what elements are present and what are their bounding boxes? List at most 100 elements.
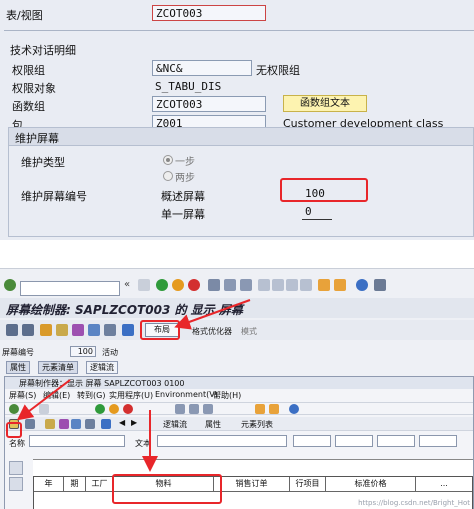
flow-logic-button[interactable]: 逻辑流 (163, 419, 187, 430)
find-next-icon[interactable] (240, 279, 252, 291)
cancel-icon[interactable] (188, 279, 200, 291)
column-header-sales-order[interactable]: 销售订单 (214, 477, 290, 491)
section-title: 技术对话明细 (10, 44, 76, 57)
test-icon[interactable] (88, 324, 100, 336)
cancel-icon[interactable] (123, 404, 133, 414)
tab-element-list[interactable]: 元素清单 (38, 361, 78, 374)
auth-group-label: 权限组 (12, 64, 45, 77)
mode-button[interactable]: 模式 (241, 326, 257, 337)
radio-two-step[interactable] (163, 171, 173, 181)
menu-edit[interactable]: 编辑(E) (43, 390, 70, 401)
paste-icon[interactable] (203, 404, 213, 414)
tab-flow-logic[interactable]: 逻辑流 (86, 361, 118, 374)
test-icon[interactable] (71, 419, 81, 429)
back-icon[interactable] (95, 404, 105, 414)
auth-group-text: 无权限组 (256, 64, 300, 77)
new-session-icon[interactable] (318, 279, 330, 291)
layout-editor-window: 屏幕制作器：显示 屏幕 SAPLZCOT003 0100 屏幕(S) 编辑(E)… (4, 376, 474, 509)
first-page-icon[interactable] (258, 279, 270, 291)
back-double-icon[interactable]: « (124, 279, 130, 290)
find-icon[interactable] (224, 279, 236, 291)
forward-arrow-icon[interactable] (22, 324, 34, 336)
single-screen-field[interactable]: 0 (302, 204, 332, 220)
back-arrow-icon[interactable] (6, 324, 18, 336)
last-page-icon[interactable] (300, 279, 312, 291)
column-header-std-price[interactable]: 标准价格 (326, 477, 416, 491)
menu-goto[interactable]: 转到(G) (77, 390, 105, 401)
standard-toolbar: « (0, 273, 474, 296)
cut-icon[interactable] (175, 404, 185, 414)
auth-group-field[interactable]: &NC& (152, 60, 252, 76)
prev-icon[interactable]: ◀ (119, 418, 125, 427)
help-icon[interactable] (289, 404, 299, 414)
lg-field[interactable] (293, 435, 331, 447)
window-icon[interactable] (255, 404, 265, 414)
screen-status: 活动 (102, 348, 118, 357)
column-header-plant[interactable]: 工厂 (86, 477, 114, 491)
help-icon[interactable] (356, 279, 368, 291)
radio-one-step[interactable] (163, 155, 173, 165)
save-icon[interactable] (39, 404, 49, 414)
element-list-button[interactable]: 元素列表 (241, 419, 273, 430)
prev-page-icon[interactable] (272, 279, 284, 291)
radio-one-step-label: 一步 (175, 157, 195, 168)
attributes-button[interactable]: 属性 (205, 419, 221, 430)
format-optimizer-button[interactable]: 格式优化器 (192, 326, 232, 337)
check-icon[interactable] (56, 324, 68, 336)
copy-icon[interactable] (189, 404, 199, 414)
highlight-material-column (112, 474, 222, 504)
check-icon[interactable] (45, 419, 55, 429)
shortcut-icon[interactable] (334, 279, 346, 291)
back-icon[interactable] (156, 279, 168, 291)
maintenance-screen-title: 维护屏幕 (9, 128, 473, 146)
display-change-icon[interactable] (40, 324, 52, 336)
next-icon[interactable]: ▶ (131, 418, 137, 427)
auth-object-value: S_TABU_DIS (155, 80, 222, 93)
text-field[interactable] (157, 435, 287, 447)
menu-utilities[interactable]: 实用程序(U) (109, 390, 153, 401)
save-icon[interactable] (138, 279, 150, 291)
col-field[interactable] (335, 435, 373, 447)
row-field[interactable] (377, 435, 415, 447)
palette-item[interactable] (9, 461, 23, 475)
next-page-icon[interactable] (286, 279, 298, 291)
enter-icon[interactable] (4, 279, 16, 291)
screen-icon[interactable] (25, 419, 35, 429)
menu-environment[interactable]: Environment(V) (155, 390, 218, 399)
activate-icon[interactable] (72, 324, 84, 336)
column-header-more[interactable]: ... (416, 477, 472, 491)
highlight-edit-mode (6, 422, 22, 438)
info-icon[interactable] (122, 324, 134, 336)
layout-menu-icon[interactable] (374, 279, 386, 291)
exit-icon[interactable] (172, 279, 184, 291)
activate-icon[interactable] (59, 419, 69, 429)
painter-title: 屏幕绘制器: SAPLZCOT003 的 显示 屏幕 (0, 298, 474, 318)
maint-screen-no-label: 维护屏幕编号 (21, 190, 87, 203)
column-header-period[interactable]: 期 (64, 477, 86, 491)
window2-icon[interactable] (269, 404, 279, 414)
function-group-text-button[interactable]: 函数组文本 (283, 95, 367, 112)
column-header-year[interactable]: 年 (34, 477, 64, 491)
palette-item[interactable] (9, 477, 23, 491)
where-used-icon[interactable] (104, 324, 116, 336)
name-field[interactable] (29, 435, 125, 447)
painter-toolbar (0, 320, 474, 340)
info-icon[interactable] (101, 419, 111, 429)
table-view-field[interactable]: ZCOT003 (152, 5, 266, 21)
enter-icon[interactable] (9, 404, 19, 414)
exit-icon[interactable] (109, 404, 119, 414)
print-icon[interactable] (208, 279, 220, 291)
single-screen-label: 单一屏幕 (161, 208, 205, 221)
menu-help[interactable]: 帮助(H) (213, 390, 241, 401)
column-header-item[interactable]: 行项目 (290, 477, 326, 491)
table-maintenance-detail-panel: 表/视图 ZCOT003 技术对话明细 权限组 &NC& 无权限组 权限对象 S… (0, 0, 474, 240)
function-group-field[interactable]: ZCOT003 (152, 96, 266, 112)
menu-screen[interactable]: 屏幕(S) (9, 390, 36, 401)
overview-screen-label: 概述屏幕 (161, 190, 205, 203)
height-field[interactable] (419, 435, 457, 447)
where-used-icon[interactable] (85, 419, 95, 429)
tab-attributes[interactable]: 属性 (6, 361, 30, 374)
command-field[interactable] (20, 281, 120, 296)
table-view-label: 表/视图 (6, 9, 43, 22)
function-group-label: 函数组 (12, 100, 45, 113)
